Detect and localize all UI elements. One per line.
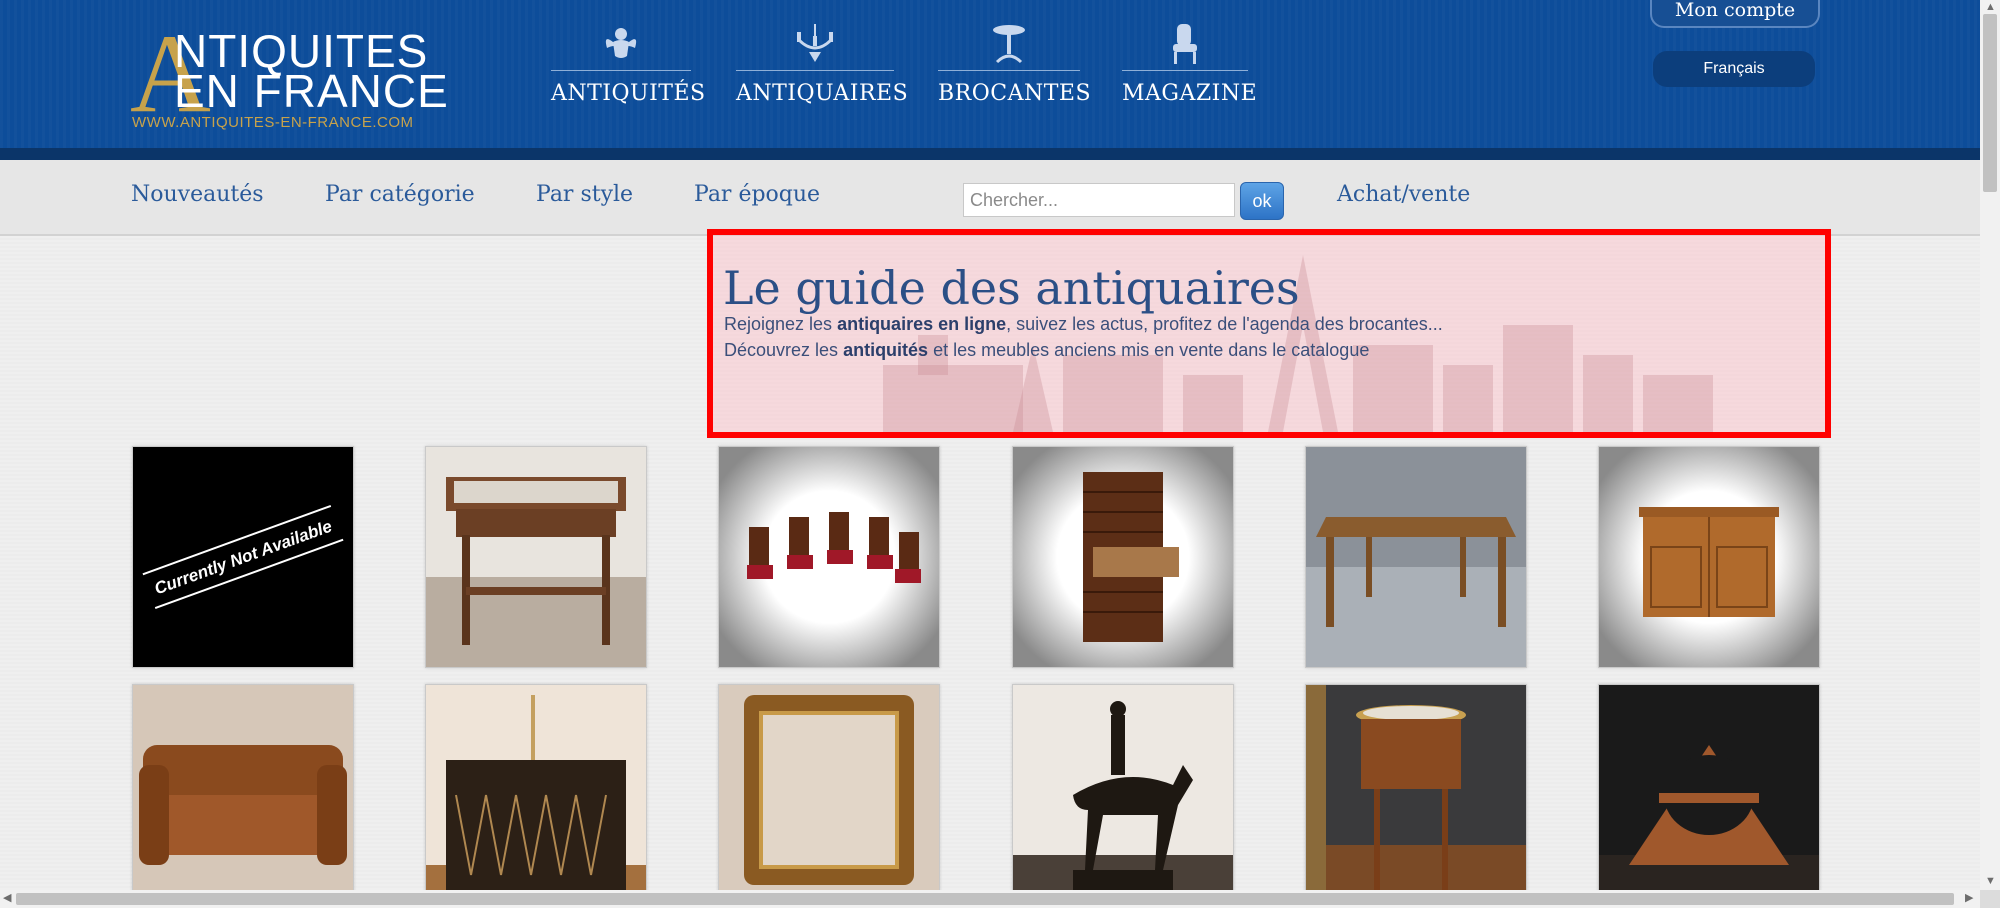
scrollbar-corner [1980,890,2000,908]
product-bronze-horse-rider[interactable] [1012,684,1234,906]
hero-line-2-pre: Découvrez les [724,340,844,360]
nav-label: BROCANTES [938,81,1092,106]
antiquites-link[interactable]: antiquités [843,340,928,360]
pedestal-table-icon [993,25,1025,64]
search-input[interactable] [963,183,1235,217]
shaving-mirror-stand-photo [1599,685,1819,905]
logo-line-2: EN FRANCE [174,65,449,117]
scroll-left-arrow-icon[interactable]: ◀ [3,893,11,904]
nav-divider [1122,70,1248,71]
scroll-up-arrow-icon[interactable]: ▲ [1985,2,1996,13]
hero-line-2-post: et les meubles anciens mis en vente dans… [928,340,1370,360]
nav-divider [551,70,691,71]
vertical-scrollbar-thumb[interactable] [1983,14,1997,192]
scroll-down-arrow-icon[interactable]: ▼ [1985,876,1996,887]
hero-line-1-pre: Rejoignez les [724,314,838,334]
scroll-right-arrow-icon[interactable]: ▶ [1965,893,1973,904]
nav-label: ANTIQUITÉS [551,81,706,106]
nav-magazine[interactable]: MAGAZINE [1122,22,1258,112]
product-art-deco-cabinet[interactable] [425,684,647,906]
not-available-placeholder: Currently Not Available [133,447,353,667]
secretary-cabinet-photo [1013,447,1233,667]
nav-antiquaires[interactable]: ANTIQUAIRES [736,22,909,112]
round-side-table-photo [1306,685,1526,905]
nav-label: MAGAZINE [1122,81,1258,106]
chandelier-icon [797,24,833,62]
hero-line-1: Rejoignez les antiquaires en ligne, suiv… [724,314,1443,335]
logo-url: WWW.ANTIQUITES-EN-FRANCE.COM [132,114,414,131]
product-buffet-sideboard[interactable] [1598,446,1820,668]
leather-sofa-photo [133,685,353,905]
red-chairs-photo [719,447,939,667]
horizontal-scrollbar-thumb[interactable] [16,893,1954,905]
product-secretary-cabinet[interactable] [1012,446,1234,668]
armchair-icon [1173,24,1197,64]
account-button[interactable]: Mon compte [1650,0,1820,28]
antiquaires-en-ligne-link[interactable]: antiquaires en ligne [837,314,1006,334]
product-not-available[interactable]: Currently Not Available [132,446,354,668]
nav-divider [736,70,894,71]
hero-line-1-post: , suivez les actus, profitez de l'agenda… [1006,314,1443,334]
product-marble-side-table[interactable] [425,446,647,668]
search-ok-button[interactable]: ok [1240,182,1284,220]
hero-title: Le guide des antiquaires [723,261,1300,315]
farmhouse-table-photo [1306,447,1526,667]
language-selector[interactable]: Français [1653,51,1815,87]
nav-divider [938,70,1080,71]
product-gilded-mirror[interactable] [718,684,940,906]
hero-banner: Le guide des antiquaires Rejoignez les a… [707,229,1831,438]
product-leather-sofa[interactable] [132,684,354,906]
nav-antiquites[interactable]: ANTIQUITÉS [551,22,706,112]
cherub-icon [605,28,637,58]
site-header: A NTIQUITES EN FRANCE WWW.ANTIQUITES-EN-… [0,0,1980,160]
marble-side-table-photo [426,447,646,667]
product-farmhouse-table[interactable] [1305,446,1527,668]
site-logo[interactable]: A NTIQUITES EN FRANCE WWW.ANTIQUITES-EN-… [130,18,448,132]
product-round-side-table[interactable] [1305,684,1527,906]
gilded-mirror-photo [719,685,939,905]
bronze-horse-rider-photo [1013,685,1233,905]
nav-label: ANTIQUAIRES [736,81,909,106]
hero-line-2: Découvrez les antiquités et les meubles … [724,340,1369,361]
product-red-chairs-set[interactable] [718,446,940,668]
nav-brocantes[interactable]: BROCANTES [938,22,1092,112]
subnav-par-categorie[interactable]: Par catégorie [325,182,475,207]
product-shaving-mirror-stand[interactable] [1598,684,1820,906]
subnav-achat-vente[interactable]: Achat/vente [1337,182,1470,207]
subnav-nouveautes[interactable]: Nouveautés [131,182,264,207]
subnav-par-style[interactable]: Par style [536,182,633,207]
secondary-nav: Nouveautés Par catégorie Par style Par é… [0,160,1980,236]
art-deco-cabinet-photo [426,685,646,905]
subnav-par-epoque[interactable]: Par époque [694,182,820,207]
buffet-sideboard-photo [1599,447,1819,667]
